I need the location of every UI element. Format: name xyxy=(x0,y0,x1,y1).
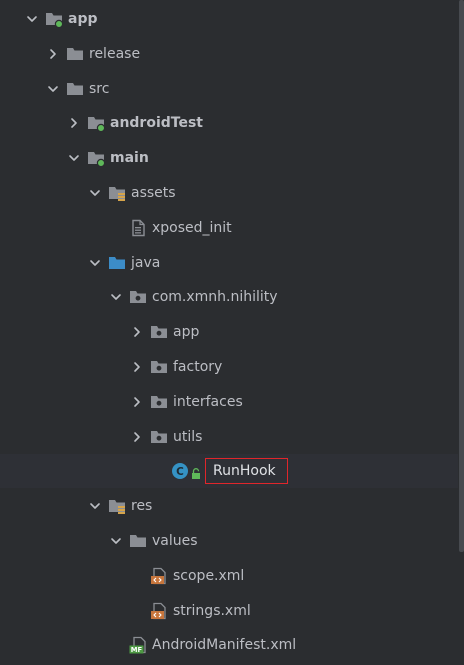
tree-row[interactable]: com.xmnh.nihility xyxy=(0,280,458,314)
tree-item-label: utils xyxy=(173,428,203,445)
source-root-folder-icon xyxy=(108,254,126,272)
java-class-icon: C xyxy=(171,462,189,480)
tree-item-label: app xyxy=(173,324,200,341)
tree-item-label: RunHook xyxy=(205,458,288,485)
tree-row[interactable]: src xyxy=(0,72,458,106)
tree-row[interactable]: utils xyxy=(0,420,458,454)
tree-item-label: res xyxy=(131,498,153,515)
chevron-right-icon[interactable] xyxy=(130,430,144,444)
tree-item-label: java xyxy=(131,254,161,271)
tree-item-label: scope.xml xyxy=(173,567,245,584)
tree-item-label: xposed_init xyxy=(152,219,232,236)
chevron-right-icon[interactable] xyxy=(67,116,81,130)
chevron-down-icon[interactable] xyxy=(88,256,102,270)
chevron-right-icon[interactable] xyxy=(130,395,144,409)
tree-item-label: app xyxy=(68,11,98,27)
tree-item-label: assets xyxy=(131,185,176,201)
folder-icon xyxy=(129,532,147,550)
class-badge-letter: C xyxy=(176,466,184,478)
vertical-scrollbar[interactable] xyxy=(459,0,464,552)
tree-item-label: release xyxy=(89,45,141,62)
tree-item-label: AndroidManifest.xml xyxy=(152,637,297,654)
package-icon xyxy=(150,393,168,411)
tree-row[interactable]: app xyxy=(0,2,458,36)
tree-row[interactable]: main xyxy=(0,141,458,175)
unlock-icon xyxy=(191,465,201,480)
tree-row[interactable]: factory xyxy=(0,350,458,384)
module-folder-icon xyxy=(45,10,63,28)
chevron-down-icon[interactable] xyxy=(109,290,123,304)
resources-folder-icon xyxy=(108,184,126,202)
tree-row[interactable]: assets xyxy=(0,176,458,210)
tree-row[interactable]: xposed_init xyxy=(0,211,458,245)
chevron-down-icon[interactable] xyxy=(88,186,102,200)
text-file-icon xyxy=(129,219,147,237)
source-set-folder-icon xyxy=(87,149,105,168)
tree-row[interactable]: interfaces xyxy=(0,385,458,419)
tree-item-label: interfaces xyxy=(173,393,243,410)
chevron-down-icon[interactable] xyxy=(25,12,39,26)
tree-row[interactable]: res xyxy=(0,489,458,523)
tree-item-label: factory xyxy=(173,359,223,375)
chevron-down-icon[interactable] xyxy=(88,499,102,513)
chevron-down-icon[interactable] xyxy=(46,82,60,96)
tree-row[interactable]: androidTest xyxy=(0,106,458,140)
manifest-file-icon: MF xyxy=(129,636,147,654)
project-tree: app release src androidTest main assets xposed… xyxy=(0,0,464,665)
tree-row[interactable]: strings.xml xyxy=(0,594,458,628)
resources-folder-icon xyxy=(108,497,126,515)
tree-row[interactable]: app xyxy=(0,315,458,349)
xml-file-icon xyxy=(150,602,168,620)
chevron-right-icon[interactable] xyxy=(46,47,60,61)
chevron-right-icon[interactable] xyxy=(130,325,144,339)
tree-row[interactable]: MF AndroidManifest.xml xyxy=(0,628,458,662)
package-icon xyxy=(150,358,168,376)
folder-icon xyxy=(66,45,84,63)
tree-item-label: src xyxy=(89,80,110,97)
package-icon xyxy=(150,428,168,446)
tree-row[interactable]: java xyxy=(0,246,458,280)
tree-row[interactable]: values xyxy=(0,524,458,558)
tree-row[interactable]: C RunHook xyxy=(0,454,458,489)
chevron-down-icon[interactable] xyxy=(67,151,81,165)
tree-item-label: androidTest xyxy=(110,115,203,132)
source-set-folder-icon xyxy=(87,114,105,133)
tree-row[interactable]: release xyxy=(0,37,458,71)
xml-file-icon xyxy=(150,567,168,585)
tree-row[interactable]: scope.xml xyxy=(0,559,458,593)
tree-item-label: main xyxy=(110,150,149,167)
chevron-down-icon[interactable] xyxy=(109,534,123,548)
tree-item-label: com.xmnh.nihility xyxy=(152,289,278,306)
chevron-right-icon[interactable] xyxy=(130,360,144,374)
package-icon xyxy=(129,288,147,306)
folder-icon xyxy=(66,80,84,98)
manifest-badge-letters: MF xyxy=(131,647,143,655)
package-icon xyxy=(150,323,168,341)
tree-item-label: values xyxy=(152,533,198,549)
tree-item-label: strings.xml xyxy=(173,602,251,619)
